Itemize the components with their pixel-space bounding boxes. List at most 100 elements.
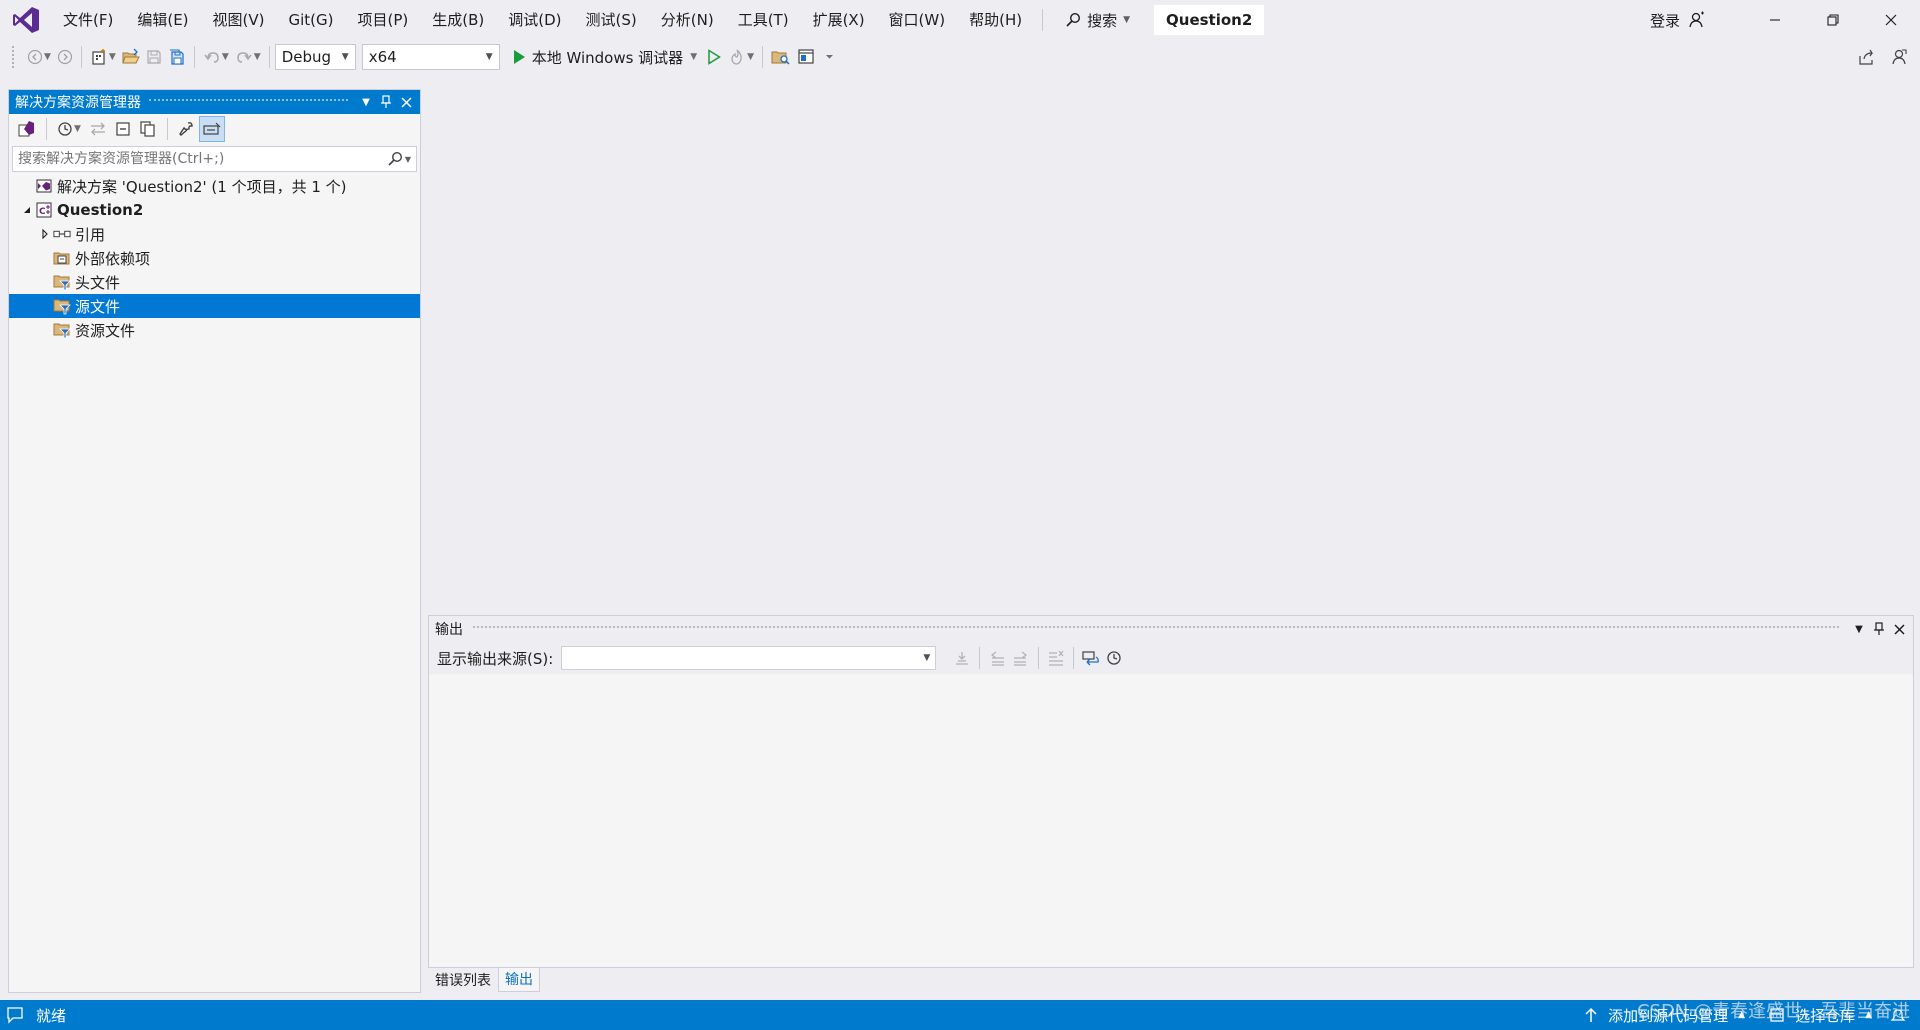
menu-file[interactable]: 文件(F) — [53, 0, 125, 40]
menu-bar: 文件(F) 编辑(E) 视图(V) Git(G) 项目(P) 生成(B) 调试(D) 测试(S… — [53, 0, 1034, 40]
menu-analyze[interactable]: 分析(N) — [649, 0, 726, 40]
tree-item[interactable]: 头文件 — [9, 270, 420, 294]
undo-button[interactable]: ▼ — [200, 44, 232, 70]
layout-button[interactable] — [794, 44, 818, 70]
solution-configuration-select[interactable]: Debug ▼ — [274, 44, 356, 70]
minimize-button[interactable] — [1746, 0, 1804, 40]
menu-edit[interactable]: 编辑(E) — [125, 0, 200, 40]
start-debugging-button[interactable]: 本地 Windows 调试器 ▼ — [506, 44, 703, 70]
close-panel-button[interactable] — [396, 92, 416, 112]
close-window-button[interactable] — [1862, 0, 1920, 40]
tree-item-label: 资源文件 — [75, 321, 136, 340]
output-source-select[interactable]: ▼ — [561, 646, 937, 670]
show-timestamps-button[interactable] — [1103, 645, 1125, 671]
select-repository-button[interactable]: 选择仓库 — [1795, 1005, 1855, 1026]
expanded-arrow-icon[interactable] — [19, 202, 35, 218]
save-button[interactable] — [143, 44, 165, 70]
navigate-forward-button[interactable] — [54, 44, 76, 70]
save-all-button[interactable] — [165, 44, 189, 70]
menu-test[interactable]: 测试(S) — [574, 0, 649, 40]
filter-folder-icon — [53, 321, 71, 339]
redo-button[interactable]: ▼ — [232, 44, 264, 70]
sync-with-active-document-button[interactable] — [86, 116, 110, 142]
collapsed-arrow-icon[interactable] — [37, 226, 53, 242]
menu-extensions[interactable]: 扩展(X) — [801, 0, 877, 40]
collapse-all-button[interactable] — [112, 116, 134, 142]
open-file-button[interactable] — [119, 44, 143, 70]
toolbar-separator — [166, 118, 168, 140]
repository-icon — [1769, 1007, 1785, 1023]
tree-item[interactable]: 引用 — [9, 222, 420, 246]
output-text-area[interactable] — [429, 674, 1913, 967]
tool-tab[interactable]: 错误列表 — [428, 968, 498, 992]
live-share-button[interactable] — [1858, 48, 1876, 66]
find-message-in-code-button[interactable] — [950, 645, 974, 671]
solution-icon — [35, 177, 53, 195]
chevron-down-icon: ▼ — [690, 52, 698, 62]
solution-explorer-toolbar: ▼ — [9, 114, 420, 144]
status-left: 就绪 — [0, 1005, 66, 1026]
notifications-bell-icon[interactable] — [1890, 1007, 1906, 1023]
menu-debug[interactable]: 调试(D) — [496, 0, 573, 40]
auto-hide-button[interactable] — [376, 92, 396, 112]
next-message-button[interactable] — [1009, 645, 1033, 671]
previous-message-button[interactable] — [985, 645, 1009, 671]
solution-explorer-search[interactable]: ▼ — [12, 146, 417, 172]
switch-views-button[interactable] — [13, 116, 39, 142]
menu-git[interactable]: Git(G) — [277, 0, 346, 40]
show-all-files-button[interactable] — [136, 116, 160, 142]
search-button[interactable]: 搜索 ▼ — [1051, 0, 1144, 40]
menu-view[interactable]: 视图(V) — [201, 0, 277, 40]
tree-item[interactable]: C Question2 — [9, 198, 420, 222]
auto-hide-button[interactable] — [1869, 619, 1889, 639]
tree-item[interactable]: 源文件 — [9, 294, 420, 318]
tree-item[interactable]: 解决方案 'Question2' (1 个项目，共 1 个) — [9, 174, 420, 198]
output-header[interactable]: 输出 ▼ — [429, 616, 1913, 642]
new-project-icon — [90, 48, 108, 66]
toggle-word-wrap-button[interactable] — [1079, 645, 1103, 671]
browse-folder-button[interactable] — [768, 44, 794, 70]
search-options-button[interactable]: ▼ — [387, 151, 411, 167]
menu-project[interactable]: 项目(P) — [346, 0, 421, 40]
add-to-source-control-button[interactable]: 添加到源代码管理 — [1608, 1005, 1728, 1026]
window-position-button[interactable]: ▼ — [356, 92, 376, 112]
new-item-button[interactable]: ▼ — [87, 44, 119, 70]
feedback-button[interactable] — [1890, 48, 1908, 66]
notification-icon[interactable] — [6, 1006, 24, 1024]
pending-changes-filter-button[interactable]: ▼ — [54, 116, 84, 142]
tool-tab[interactable]: 输出 — [498, 968, 540, 992]
chevron-down-icon: ▼ — [1123, 15, 1131, 25]
minimize-icon — [1769, 14, 1781, 26]
window-position-button[interactable]: ▼ — [1849, 619, 1869, 639]
menu-window[interactable]: 窗口(W) — [877, 0, 958, 40]
tree-item[interactable]: 资源文件 — [9, 318, 420, 342]
filter-folder-icon — [53, 297, 71, 315]
menu-tools[interactable]: 工具(T) — [726, 0, 801, 40]
chevron-down-icon: ▼ — [74, 124, 81, 134]
menu-build[interactable]: 生成(B) — [420, 0, 496, 40]
restore-button[interactable] — [1804, 0, 1862, 40]
run-debugger-label: 本地 Windows 调试器 — [531, 48, 684, 67]
project-icon: C — [35, 201, 53, 219]
menu-help[interactable]: 帮助(H) — [957, 0, 1034, 40]
toolbar-grip[interactable] — [12, 46, 16, 68]
close-panel-button[interactable] — [1889, 619, 1909, 639]
sign-in-button[interactable]: 登录 — [1650, 10, 1706, 31]
solution-platform-select[interactable]: x64 ▼ — [361, 44, 500, 70]
properties-button[interactable] — [175, 116, 197, 142]
goto-code-icon — [953, 650, 971, 666]
start-without-debugging-button[interactable] — [703, 44, 725, 70]
toolbar-options-button[interactable]: ⏷ — [818, 44, 840, 70]
pin-icon — [380, 95, 392, 109]
chevron-up-icon: ▲ — [1865, 1010, 1872, 1020]
preview-selected-items-button[interactable] — [198, 116, 225, 142]
status-ready-text: 就绪 — [36, 1006, 67, 1025]
solution-explorer-search-input[interactable] — [18, 151, 378, 167]
solution-explorer-header[interactable]: 解决方案资源管理器 ▼ — [9, 90, 420, 114]
tree-item[interactable]: 外部依赖项 — [9, 246, 420, 270]
navigate-back-button[interactable]: ▼ — [24, 44, 54, 70]
hot-reload-button[interactable]: ▼ — [725, 44, 757, 70]
clear-all-button[interactable] — [1044, 645, 1068, 671]
platform-value: x64 — [368, 48, 397, 66]
